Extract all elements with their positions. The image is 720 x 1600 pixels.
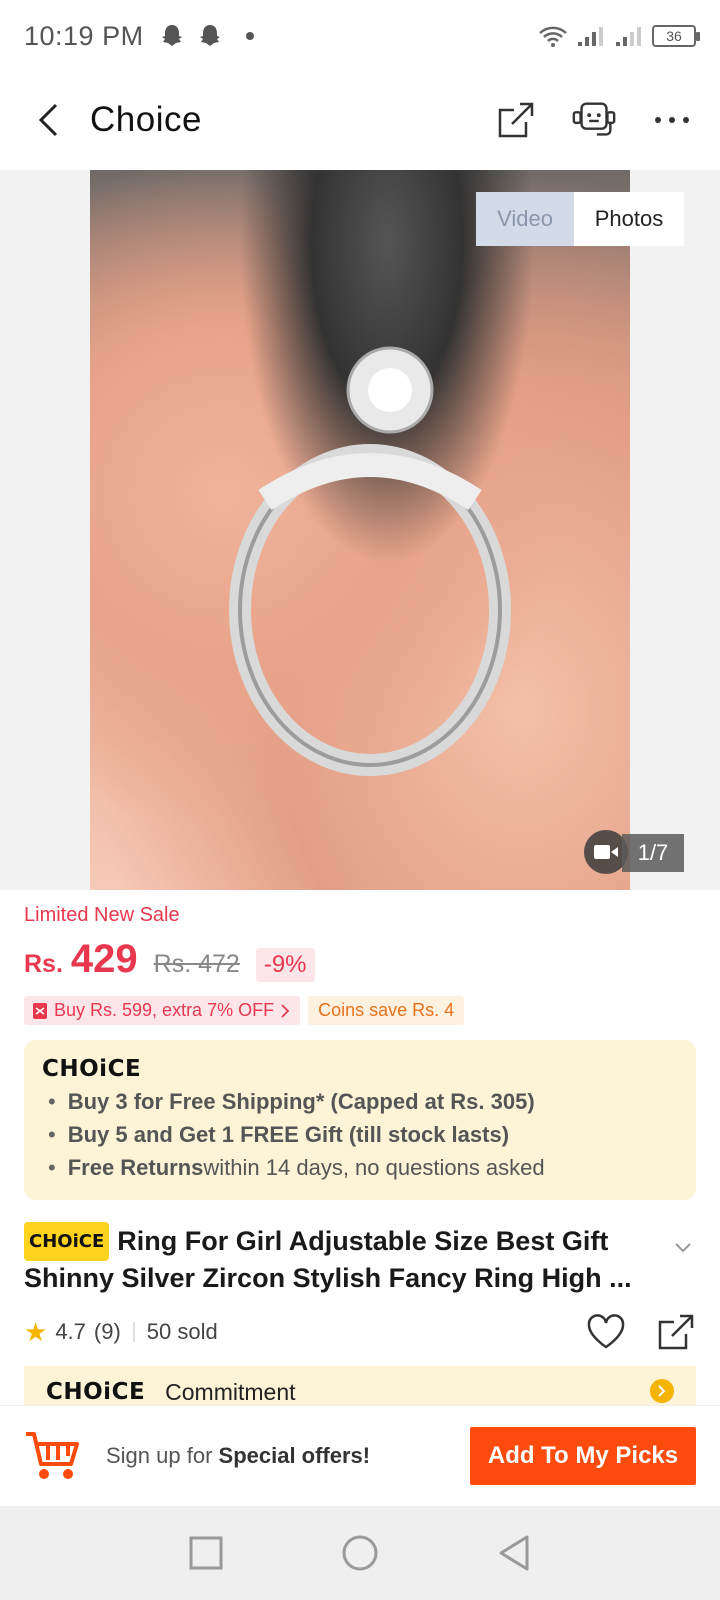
back-icon[interactable] — [497, 1534, 531, 1572]
ring-image — [229, 346, 511, 776]
share-icon[interactable] — [656, 1312, 696, 1352]
review-count[interactable]: (9) — [94, 1319, 121, 1345]
signup-text: Sign up for Special offers! — [106, 1443, 371, 1468]
tab-photos[interactable]: Photos — [574, 192, 684, 246]
promo-chip[interactable]: Buy Rs. 599, extra 7% OFF — [24, 996, 301, 1025]
page-title: Choice — [90, 100, 202, 139]
original-price: Rs. 472 — [153, 950, 240, 978]
tab-video[interactable]: Video — [476, 192, 574, 246]
coupon-icon — [33, 1002, 47, 1019]
support-robot-icon — [572, 102, 616, 136]
more-options-button[interactable] — [648, 96, 696, 144]
bottom-action-bar: Sign up for Special offers! Add To My Pi… — [0, 1406, 720, 1506]
product-photo[interactable] — [90, 170, 630, 890]
star-icon: ★ — [24, 1316, 48, 1347]
sold-count: 50 sold — [146, 1319, 218, 1344]
share-button[interactable] — [492, 96, 540, 144]
notification-dot-icon — [245, 32, 254, 40]
chevron-down-icon[interactable] — [674, 1242, 692, 1254]
benefit-item: Buy 3 for Free Shipping* (Capped at Rs. … — [42, 1089, 678, 1115]
signal-icon — [578, 27, 603, 46]
customer-service-button[interactable] — [570, 96, 618, 144]
discount-badge: -9% — [255, 948, 315, 982]
more-icon — [655, 117, 689, 123]
commitment-bar[interactable]: CHOiCE Commitment — [24, 1366, 696, 1406]
choice-benefits[interactable]: CHOiCE Buy 3 for Free Shipping* (Capped … — [24, 1040, 696, 1200]
price-currency: Rs. — [24, 950, 63, 978]
system-nav-bar — [0, 1506, 720, 1600]
wifi-icon — [539, 26, 567, 47]
recent-apps-icon[interactable] — [189, 1536, 223, 1570]
snapchat-icon — [199, 25, 220, 46]
chevron-left-icon — [38, 103, 58, 137]
photo-counter: 1/7 — [622, 834, 684, 872]
benefit-item: Buy 5 and Get 1 FREE Gift (till stock la… — [42, 1122, 678, 1148]
share-icon — [498, 102, 534, 138]
home-icon[interactable] — [341, 1534, 379, 1572]
divider — [132, 1322, 135, 1342]
status-time: 10:19 PM — [24, 20, 144, 51]
media-toggle: Video Photos — [476, 192, 684, 246]
choice-logo: CHOiCE — [42, 1056, 142, 1082]
choice-logo: CHOiCE — [46, 1379, 146, 1405]
rating-value[interactable]: 4.7 — [55, 1319, 86, 1345]
price-section: Limited New Sale Rs. 429 Rs. 472 -9% Buy… — [24, 904, 696, 1025]
app-header: Choice — [0, 72, 720, 168]
back-button[interactable] — [24, 96, 72, 144]
choice-tag: CHOiCE — [24, 1222, 110, 1261]
status-bar: 10:19 PM 36 — [0, 0, 720, 72]
heart-icon[interactable] — [586, 1314, 626, 1350]
product-gallery[interactable]: Video Photos 1/7 — [0, 170, 720, 890]
chevron-right-icon — [281, 1003, 290, 1018]
price-value: 429 — [70, 937, 138, 981]
snapchat-icon — [161, 25, 182, 46]
video-camera-icon — [594, 845, 618, 859]
signal-icon — [616, 27, 641, 46]
benefit-item: Free Returns within 14 days, no question… — [42, 1155, 678, 1181]
coins-chip: Coins save Rs. 4 — [308, 996, 465, 1025]
rating-row: ★ 4.7 (9) 50 sold — [24, 1310, 696, 1354]
product-title-row: CHOiCE Ring For Girl Adjustable Size Best… — [24, 1222, 696, 1296]
cart-icon[interactable] — [24, 1428, 80, 1484]
product-title: CHOiCE Ring For Girl Adjustable Size Best… — [24, 1222, 664, 1296]
sale-label: Limited New Sale — [24, 904, 180, 926]
chevron-right-icon — [650, 1379, 674, 1403]
promo-text: Buy Rs. 599, extra 7% OFF — [54, 1000, 275, 1020]
add-to-picks-button[interactable]: Add To My Picks — [470, 1427, 696, 1485]
commitment-label: Commitment — [165, 1378, 296, 1405]
battery-icon: 36 — [652, 25, 700, 47]
